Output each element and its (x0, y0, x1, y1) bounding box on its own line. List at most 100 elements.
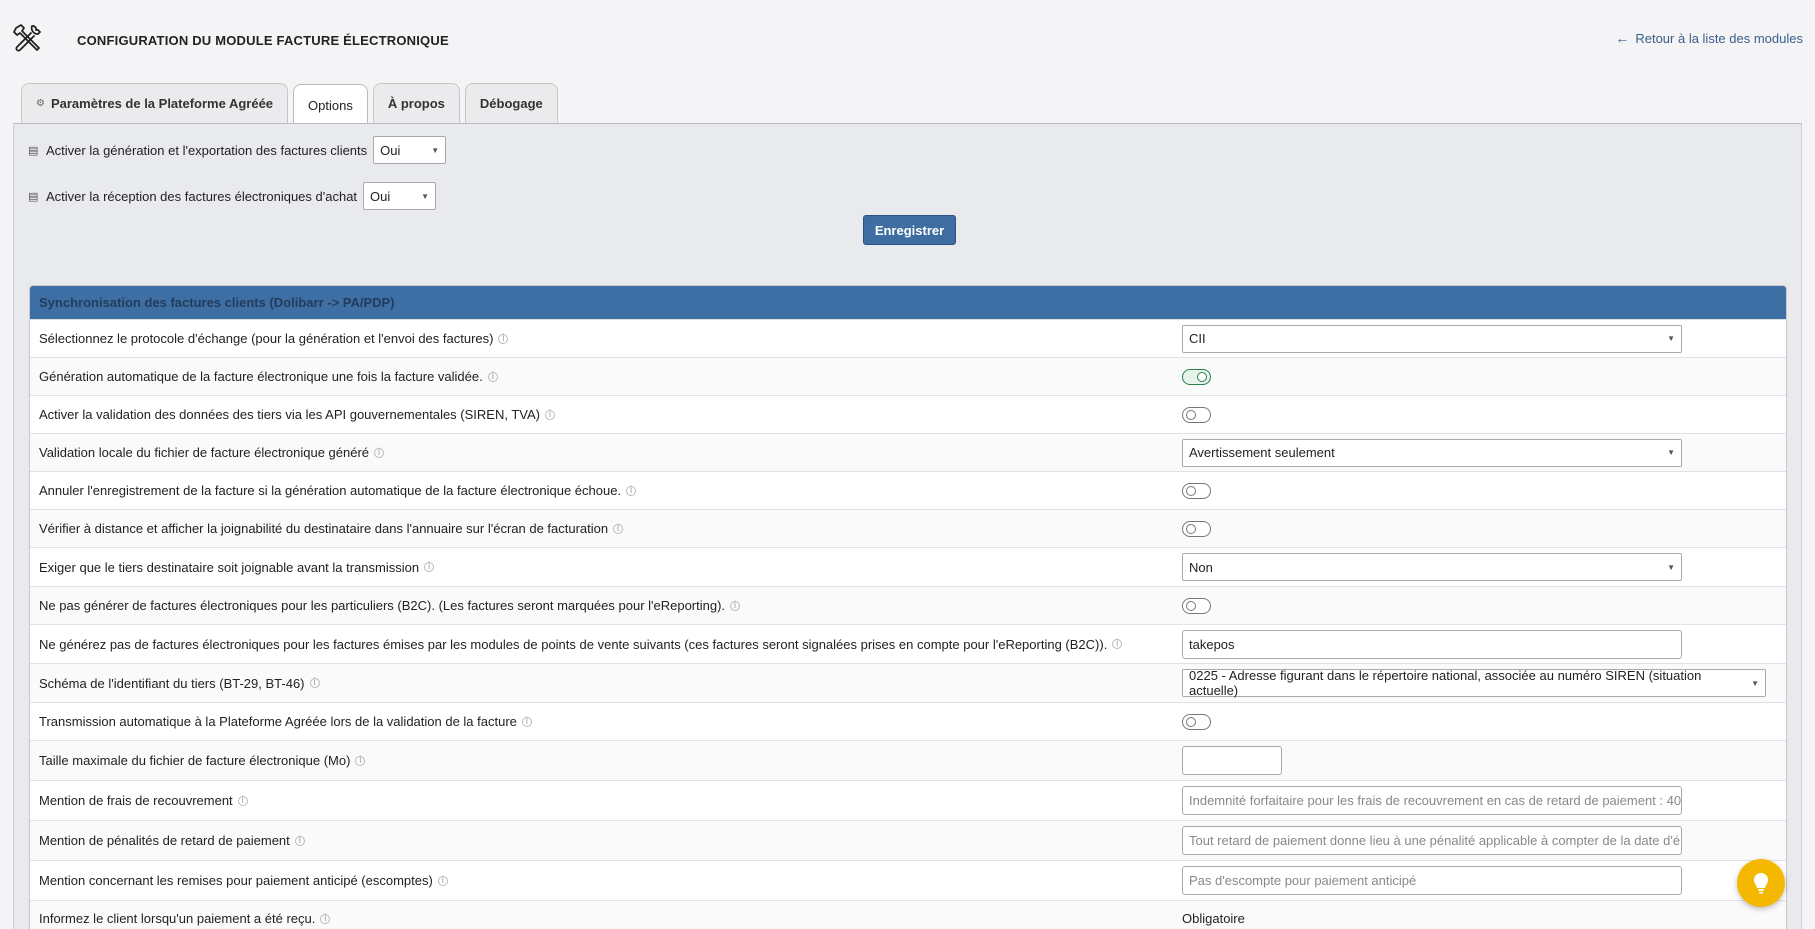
protocol-select[interactable]: CII ▼ (1182, 324, 1682, 353)
identifier-scheme-select[interactable]: 0225 - Adresse figurant dans le répertoi… (1182, 668, 1766, 698)
export-select-value: Oui (380, 142, 401, 158)
info-icon[interactable]: i (521, 716, 532, 727)
table-row: Vérifier à distance et afficher la joign… (30, 509, 1786, 547)
row-label: Mention de pénalités de retard de paieme… (39, 833, 290, 848)
info-icon[interactable]: i (437, 875, 448, 886)
pos-modules-input[interactable]: takepos (1182, 629, 1682, 659)
caret-down-icon: ▼ (421, 191, 430, 201)
table-row: Schéma de l'identifiant du tiers (BT-29,… (30, 663, 1786, 702)
info-icon[interactable]: i (487, 371, 498, 382)
export-select[interactable]: Oui ▼ (373, 136, 447, 164)
export-option-row: ▤ Activer la génération et l'exportation… (28, 136, 447, 164)
row-label: Informez le client lorsqu'un paiement a … (39, 911, 316, 926)
sync-settings-table: Synchronisation des factures clients (Do… (29, 285, 1787, 929)
save-button[interactable]: Enregistrer (863, 215, 956, 245)
info-icon[interactable]: i (294, 835, 305, 846)
remote-check-toggle[interactable] (1182, 520, 1211, 537)
payment-notification-value: Obligatoire (1182, 911, 1245, 926)
row-label: Taille maximale du fichier de facture él… (39, 753, 351, 768)
info-icon[interactable]: i (237, 795, 248, 806)
info-icon[interactable]: i (1112, 639, 1123, 649)
info-icon[interactable]: i (320, 913, 331, 924)
row-label: Validation locale du fichier de facture … (39, 445, 370, 460)
table-row: Exiger que le tiers destinataire soit jo… (30, 547, 1786, 586)
tools-icon (12, 22, 44, 54)
table-row: Mention de frais de recouvrement i Indemn… (30, 780, 1786, 820)
cancel-on-failure-toggle[interactable] (1182, 482, 1211, 499)
table-row: Ne générez pas de factures électroniques… (30, 624, 1786, 663)
table-row: Mention de pénalités de retard de paieme… (30, 820, 1786, 860)
reception-select[interactable]: Oui ▼ (363, 182, 437, 210)
options-panel: ▤ Activer la génération et l'exportation… (13, 123, 1802, 929)
table-row: Ne pas générer de factures électroniques… (30, 586, 1786, 624)
early-payment-discount-input[interactable]: Pas d'escompte pour paiement anticipé (1182, 866, 1682, 895)
local-validation-value: Avertissement seulement (1189, 445, 1335, 460)
reception-option-label: Activer la réception des factures électr… (46, 188, 358, 204)
row-label: Schéma de l'identifiant du tiers (BT-29,… (39, 675, 305, 691)
table-row: Génération automatique de la facture éle… (30, 357, 1786, 395)
info-icon[interactable]: i (730, 600, 741, 611)
table-row: Sélectionnez le protocole d'échange (pou… (30, 319, 1786, 357)
lightbulb-help-button[interactable] (1737, 859, 1785, 907)
info-icon[interactable]: i (613, 523, 624, 534)
identifier-scheme-value: 0225 - Adresse figurant dans le répertoi… (1189, 668, 1702, 698)
tab-label: Paramètres de la Plateforme Agréée (50, 96, 274, 111)
tab-label: Débogage (479, 96, 543, 111)
row-label: Génération automatique de la facture éle… (39, 369, 483, 384)
info-icon[interactable]: i (355, 755, 366, 766)
info-icon[interactable]: i (374, 447, 385, 458)
settings-small-icon: ⚙ (36, 98, 45, 109)
tab-label: Options (308, 98, 353, 113)
table-row: Taille maximale du fichier de facture él… (30, 740, 1786, 780)
tab-bar: ⚙ Paramètres de la Plateforme Agréée Opt… (21, 82, 558, 126)
info-icon[interactable]: i (424, 562, 435, 572)
info-icon[interactable]: i (626, 485, 637, 496)
table-row: Activer la validation des données des ti… (30, 395, 1786, 433)
tab-parametres-plateforme[interactable]: ⚙ Paramètres de la Plateforme Agréée (21, 83, 289, 123)
protocol-select-value: CII (1189, 331, 1206, 346)
row-label: Vérifier à distance et afficher la joign… (39, 521, 609, 536)
local-validation-select[interactable]: Avertissement seulement ▼ (1182, 438, 1682, 467)
info-icon[interactable]: i (309, 678, 320, 688)
document-icon: ▤ (28, 144, 39, 157)
export-option-label: Activer la génération et l'exportation d… (46, 142, 368, 158)
row-label: Activer la validation des données des ti… (39, 407, 540, 422)
back-link-label: Retour à la liste des modules (1635, 30, 1803, 46)
row-label: Mention concernant les remises pour paie… (39, 873, 433, 888)
row-label: Annuler l'enregistrement de la facture s… (39, 483, 622, 498)
back-to-modules-link[interactable]: ← Retour à la liste des modules (1615, 30, 1803, 46)
row-label: Sélectionnez le protocole d'échange (pou… (39, 331, 494, 346)
reception-option-row: ▤ Activer la réception des factures élec… (28, 182, 437, 210)
tab-options[interactable]: Options (293, 84, 368, 126)
auto-transmission-toggle[interactable] (1182, 713, 1211, 730)
require-reachable-value: Non (1189, 559, 1213, 575)
max-file-size-input[interactable] (1182, 746, 1282, 775)
row-label: Ne pas générer de factures électroniques… (39, 598, 726, 613)
row-label: Mention de frais de recouvrement (39, 793, 233, 808)
api-validation-toggle[interactable] (1182, 406, 1211, 423)
table-row: Mention concernant les remises pour paie… (30, 860, 1786, 900)
table-header: Synchronisation des factures clients (Do… (30, 286, 1786, 319)
caret-down-icon: ▼ (431, 145, 440, 155)
auto-generation-toggle[interactable] (1182, 368, 1211, 385)
caret-down-icon: ▼ (1667, 334, 1675, 343)
row-label: Transmission automatique à la Plateforme… (39, 714, 517, 729)
page-title: CONFIGURATION DU MODULE FACTURE ÉLECTRON… (77, 33, 449, 48)
arrow-left-icon: ← (1615, 30, 1630, 46)
recovery-fees-input[interactable]: Indemnité forfaitaire pour les frais de … (1182, 786, 1682, 815)
info-icon[interactable]: i (545, 409, 555, 420)
tab-debogage[interactable]: Débogage (464, 83, 558, 123)
info-icon[interactable]: i (498, 333, 509, 344)
b2c-toggle[interactable] (1182, 597, 1211, 614)
tab-a-propos[interactable]: À propos (372, 83, 460, 123)
late-penalty-input[interactable]: Tout retard de paiement donne lieu à une… (1182, 826, 1682, 855)
caret-down-icon: ▼ (1667, 562, 1675, 572)
lightbulb-icon (1753, 872, 1769, 894)
row-label: Ne générez pas de factures électroniques… (39, 636, 1108, 652)
table-row: Validation locale du fichier de facture … (30, 433, 1786, 471)
require-reachable-select[interactable]: Non ▼ (1182, 553, 1682, 581)
table-row: Annuler l'enregistrement de la facture s… (30, 471, 1786, 509)
caret-down-icon: ▼ (1751, 678, 1759, 688)
document-icon: ▤ (28, 190, 39, 203)
page-header: CONFIGURATION DU MODULE FACTURE ÉLECTRON… (0, 0, 1815, 80)
